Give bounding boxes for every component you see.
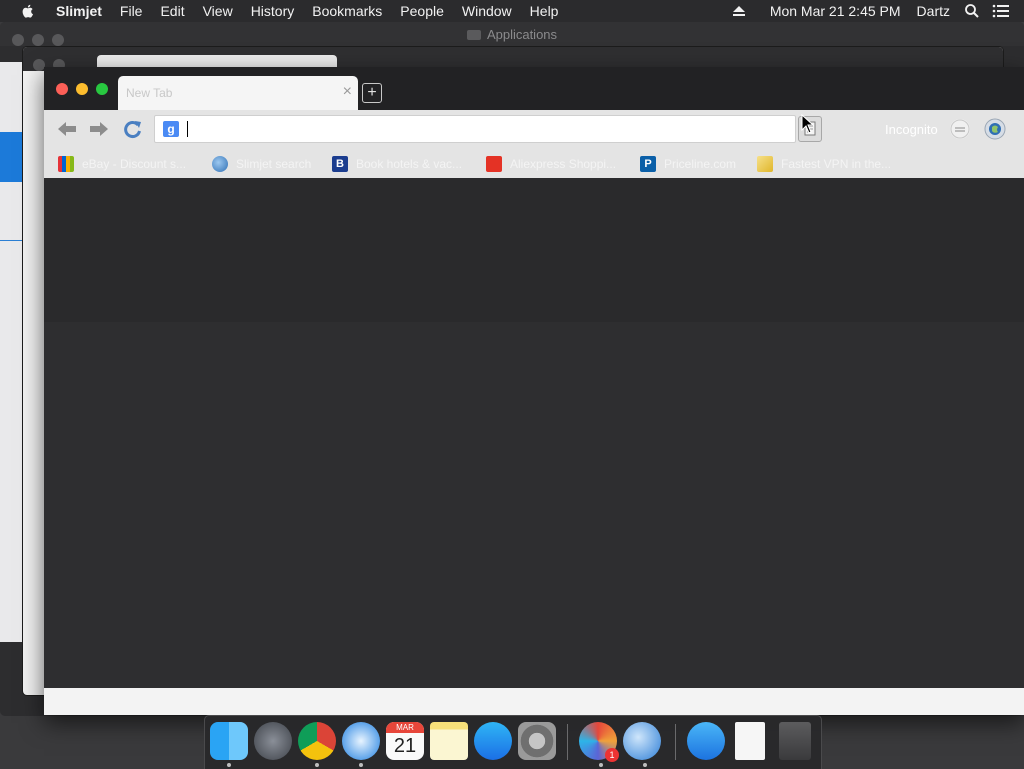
network-radar-icon[interactable]	[623, 722, 661, 760]
calendar-icon[interactable]: MAR 21	[386, 722, 424, 760]
background-window-title: Applications	[486, 27, 558, 42]
finder-icon[interactable]	[210, 722, 248, 760]
back-arrow-icon[interactable]	[56, 119, 78, 139]
running-indicator	[643, 763, 647, 767]
dock: MAR 21 1	[204, 715, 822, 769]
tab-strip: New Tab × +	[44, 67, 1024, 110]
tab-title: New Tab	[126, 86, 173, 100]
browser-tab-active[interactable]: New Tab ×	[118, 76, 358, 110]
menu-help[interactable]: Help	[521, 3, 568, 19]
safari-icon[interactable]	[342, 722, 380, 760]
trash-icon[interactable]	[779, 722, 811, 760]
eject-icon[interactable]	[732, 5, 746, 17]
bookmark-priceline[interactable]: P Priceline.com	[640, 156, 736, 172]
menu-clock[interactable]: Mon Mar 21 2:45 PM	[762, 3, 909, 19]
spotlight-search-icon[interactable]	[964, 3, 980, 19]
app-store-downloads-icon[interactable]	[687, 722, 725, 760]
status-bar	[44, 688, 1024, 715]
notes-icon[interactable]	[430, 722, 468, 760]
tab-close-icon[interactable]: ×	[343, 84, 352, 100]
system-preferences-icon[interactable]	[518, 722, 556, 760]
mouse-pointer-icon	[801, 114, 815, 134]
reload-icon[interactable]	[122, 119, 144, 139]
background-window-titlebar[interactable]: Applications	[0, 22, 1024, 46]
globe-icon	[212, 156, 228, 172]
menu-window[interactable]: Window	[453, 3, 521, 19]
folder-icon	[466, 30, 481, 40]
bookmark-label: Book hotels & vac...	[356, 157, 463, 171]
bookmark-label: Priceline.com	[664, 157, 737, 171]
bookmark-vpn[interactable]: Fastest VPN in the...	[757, 156, 891, 172]
menu-view[interactable]: View	[194, 3, 242, 19]
booking-icon: B	[332, 156, 348, 172]
text-caret	[187, 121, 188, 137]
address-bar[interactable]: g	[154, 115, 796, 143]
notification-center-icon[interactable]	[992, 4, 1010, 18]
ebay-icon	[58, 156, 74, 172]
menu-user[interactable]: Dartz	[909, 3, 958, 19]
menu-bookmarks[interactable]: Bookmarks	[303, 3, 391, 19]
menu-edit[interactable]: Edit	[151, 3, 193, 19]
running-indicator	[315, 763, 319, 767]
chrome-icon[interactable]	[298, 722, 336, 760]
window-minimize-button[interactable]	[76, 83, 88, 95]
menu-file[interactable]: File	[111, 3, 152, 19]
running-indicator	[227, 763, 231, 767]
notification-badge: 1	[605, 748, 619, 762]
bookmark-aliexpress[interactable]: Aliexpress Shoppi...	[486, 156, 616, 172]
browser-toolbar: g Incognito	[44, 110, 1024, 148]
bookmark-label: Slimjet search	[236, 157, 312, 171]
window-close-button[interactable]	[56, 83, 68, 95]
extension-globe-icon[interactable]	[984, 118, 1006, 140]
calendar-month: MAR	[386, 722, 424, 733]
bookmark-booking[interactable]: B Book hotels & vac...	[332, 156, 462, 172]
url-input[interactable]	[189, 118, 783, 140]
bookmark-label: eBay - Discount s...	[82, 157, 187, 171]
sidebar-selection	[0, 132, 22, 182]
page-content[interactable]	[44, 322, 1024, 688]
app-store-icon[interactable]	[474, 722, 512, 760]
bookmarks-bar: eBay - Discount s... Slimjet search B Bo…	[44, 148, 1024, 179]
running-indicator	[359, 763, 363, 767]
launchpad-icon[interactable]	[254, 722, 292, 760]
sidebar-divider	[0, 240, 22, 241]
priceline-icon: P	[640, 156, 656, 172]
bookmark-slimjet-search[interactable]: Slimjet search	[212, 156, 311, 172]
window-zoom-button[interactable]	[96, 83, 108, 95]
menu-bar: Slimjet File Edit View History Bookmarks…	[0, 0, 1024, 22]
dock-separator	[567, 724, 568, 760]
incognito-icon[interactable]	[950, 119, 970, 139]
new-tab-button[interactable]: +	[362, 83, 382, 103]
calendar-day: 21	[393, 735, 417, 757]
menu-people[interactable]: People	[391, 3, 453, 19]
incognito-label: Incognito	[885, 122, 938, 137]
vpn-icon	[757, 156, 773, 172]
aliexpress-icon	[486, 156, 502, 172]
background-window-sidebar	[0, 62, 22, 642]
forward-arrow-icon[interactable]	[88, 119, 110, 139]
running-indicator	[599, 763, 603, 767]
bookmark-label: Aliexpress Shoppi...	[510, 157, 617, 171]
slimjet-icon[interactable]: 1	[579, 722, 619, 762]
menu-app-name[interactable]: Slimjet	[50, 3, 111, 19]
apple-icon[interactable]	[20, 3, 36, 19]
menu-history[interactable]: History	[242, 3, 304, 19]
bookmark-label: Fastest VPN in the...	[781, 157, 892, 171]
document-stack-icon[interactable]	[735, 722, 765, 760]
google-search-icon: g	[163, 121, 179, 137]
page-content-header	[44, 178, 1024, 322]
bookmark-ebay[interactable]: eBay - Discount s...	[58, 156, 186, 172]
dock-separator	[675, 724, 676, 760]
slimjet-browser-window: New Tab × + g Incognito eBay - Discount …	[44, 67, 1024, 715]
